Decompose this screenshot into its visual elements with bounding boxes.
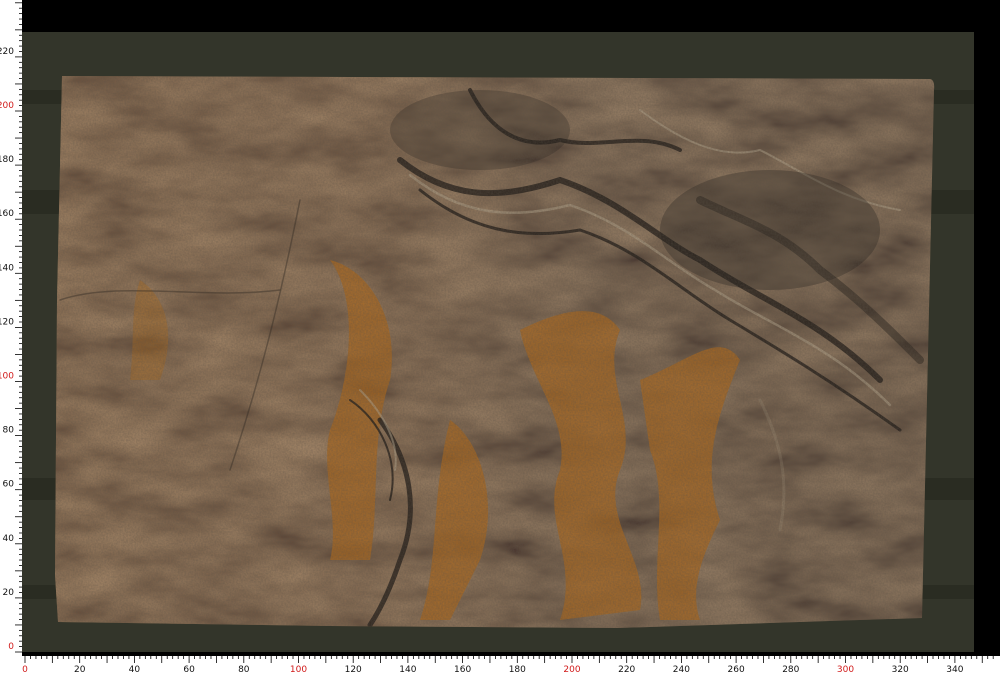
x-ruler-label: 220: [618, 665, 635, 675]
x-ruler-label: 120: [345, 665, 362, 675]
x-ruler-label: 240: [673, 665, 690, 675]
y-ruler-label: 120: [0, 317, 14, 327]
y-ruler-label: 220: [0, 47, 14, 57]
x-ruler-label: 320: [892, 665, 909, 675]
x-ruler-label: 0: [22, 665, 28, 675]
x-ruler-label: 280: [782, 665, 799, 675]
y-ruler-label: 60: [3, 480, 15, 490]
x-ruler-label: 300: [837, 665, 854, 675]
y-ruler-label: 140: [0, 263, 14, 273]
y-ruler-label: 80: [3, 426, 15, 436]
x-ruler-label: 140: [399, 665, 416, 675]
y-ruler-label: 0: [8, 642, 14, 652]
x-ruler-label: 20: [74, 665, 86, 675]
x-ruler-label: 60: [183, 665, 195, 675]
y-ruler-label: 20: [3, 588, 15, 598]
y-ruler-label: 180: [0, 155, 14, 165]
x-ruler-label: 340: [946, 665, 963, 675]
x-ruler-label: 260: [728, 665, 745, 675]
x-ruler-label: 200: [563, 665, 580, 675]
marble-slab: [55, 76, 935, 628]
x-ruler-label: 100: [290, 665, 307, 675]
x-ruler-label: 80: [238, 665, 250, 675]
x-ruler-label: 160: [454, 665, 471, 675]
y-ruler: 0 20 40 60 80 100 120 140 160 180 200 220: [0, 0, 22, 677]
x-ruler-label: 180: [509, 665, 526, 675]
slab-viewer: 0 20 40 60 80 100 120 140 160 180 200 220 240 260 280 3…: [0, 0, 1000, 677]
x-ruler: 0 20 40 60 80 100 120 140 160 180 200 220 240 260 280 3…: [0, 656, 1000, 677]
y-ruler-label: 160: [0, 209, 14, 219]
y-ruler-label: 200: [0, 101, 14, 111]
y-ruler-label: 40: [3, 534, 15, 544]
y-ruler-label: 100: [0, 372, 14, 382]
x-ruler-label: 40: [129, 665, 141, 675]
